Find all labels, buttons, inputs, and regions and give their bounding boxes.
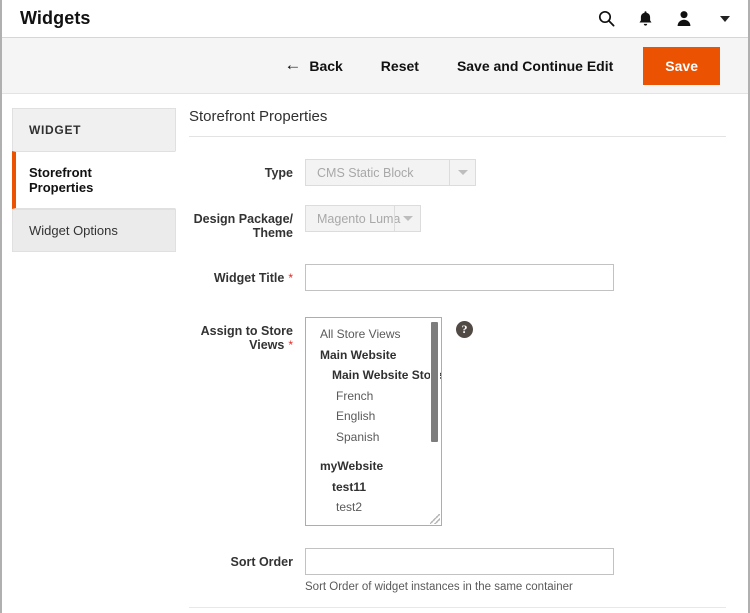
field-row-design-theme: Design Package/Theme Magento Luma [189, 205, 726, 240]
save-and-continue-edit-button[interactable]: Save and Continue Edit [445, 50, 625, 82]
sidebar-item-label: Widget Options [29, 223, 118, 238]
header-icon-group [597, 10, 734, 28]
back-arrow-icon: ← [284, 56, 301, 73]
widget-title-label: Widget Title* [189, 264, 293, 285]
search-icon[interactable] [597, 10, 615, 28]
widget-title-input[interactable] [305, 264, 614, 291]
type-select-value: CMS Static Block [306, 160, 449, 185]
content-area: WIDGET Storefront Properties Widget Opti… [2, 94, 748, 608]
user-account-icon[interactable] [675, 10, 693, 28]
reset-button-label: Reset [381, 58, 419, 74]
save-and-continue-edit-label: Save and Continue Edit [457, 58, 613, 74]
notifications-bell-icon[interactable] [636, 10, 654, 28]
store-view-option[interactable]: French [306, 386, 432, 407]
section-title: Storefront Properties [189, 108, 726, 137]
admin-page: Widgets [0, 0, 750, 613]
field-row-store-views: Assign to Store Views* All Store Views M… [189, 317, 726, 526]
store-view-option[interactable]: Main Website Store [306, 365, 432, 386]
page-title: Widgets [20, 8, 91, 29]
store-view-option[interactable]: myWebsite [306, 456, 432, 477]
form-bottom-divider [189, 607, 726, 608]
sort-order-label: Sort Order [189, 548, 293, 569]
chevron-down-icon [449, 160, 475, 185]
widget-title-control [293, 264, 726, 291]
store-views-label: Assign to Store Views* [189, 317, 293, 352]
widget-nav-panel: WIDGET Storefront Properties Widget Opti… [12, 108, 176, 252]
store-view-option[interactable]: Main Website [306, 345, 432, 366]
page-actions-toolbar: ← Back Reset Save and Continue Edit Save [2, 38, 748, 94]
reset-button[interactable]: Reset [369, 50, 431, 82]
sidebar-column: WIDGET Storefront Properties Widget Opti… [2, 108, 182, 252]
sidebar-heading: WIDGET [12, 108, 176, 151]
widget-title-label-text: Widget Title [214, 271, 285, 285]
sidebar-item-storefront-properties[interactable]: Storefront Properties [12, 151, 176, 209]
sidebar-item-widget-options[interactable]: Widget Options [12, 209, 176, 252]
design-theme-control: Magento Luma [293, 205, 726, 232]
sort-order-input[interactable] [305, 548, 614, 575]
type-select[interactable]: CMS Static Block [305, 159, 476, 186]
store-views-label-text: Assign to Store Views [201, 324, 293, 352]
help-tooltip-icon[interactable]: ? [456, 321, 473, 338]
sort-order-control: Sort Order of widget instances in the sa… [293, 548, 726, 593]
design-theme-select[interactable]: Magento Luma [305, 205, 421, 232]
type-label: Type [189, 159, 293, 180]
account-menu-chevron-down-icon[interactable] [720, 16, 730, 22]
back-button-label: Back [309, 58, 342, 74]
type-control: CMS Static Block [293, 159, 726, 186]
design-theme-label: Design Package/Theme [189, 205, 293, 240]
sort-order-note: Sort Order of widget instances in the sa… [305, 581, 726, 593]
field-row-widget-title: Widget Title* [189, 264, 726, 291]
store-views-control: All Store Views Main Website Main Websit… [293, 317, 726, 526]
save-button[interactable]: Save [643, 47, 720, 85]
field-row-sort-order: Sort Order Sort Order of widget instance… [189, 548, 726, 593]
store-views-option-list: All Store Views Main Website Main Websit… [306, 318, 432, 526]
admin-header: Widgets [2, 0, 748, 38]
field-row-type: Type CMS Static Block [189, 159, 726, 186]
sidebar-item-label: Storefront Properties [29, 165, 93, 195]
multiselect-resize-handle[interactable] [430, 514, 440, 524]
chevron-down-icon [394, 206, 420, 231]
back-button[interactable]: ← Back [272, 49, 354, 82]
store-view-option[interactable]: test11 [306, 477, 432, 498]
store-view-option[interactable]: All Store Views [306, 324, 432, 345]
design-theme-select-value: Magento Luma [306, 206, 394, 231]
store-view-option[interactable]: Spanish [306, 427, 432, 448]
multiselect-scrollbar-thumb[interactable] [431, 322, 438, 442]
store-views-multiselect[interactable]: All Store Views Main Website Main Websit… [305, 317, 442, 526]
form-column: Storefront Properties Type CMS Static Bl… [182, 108, 748, 608]
store-views-multiselect-wrap: All Store Views Main Website Main Websit… [305, 317, 473, 526]
store-view-option[interactable]: test2 [306, 497, 432, 518]
store-view-option[interactable]: English [306, 406, 432, 427]
multiselect-scrollbar-track[interactable] [430, 319, 440, 514]
